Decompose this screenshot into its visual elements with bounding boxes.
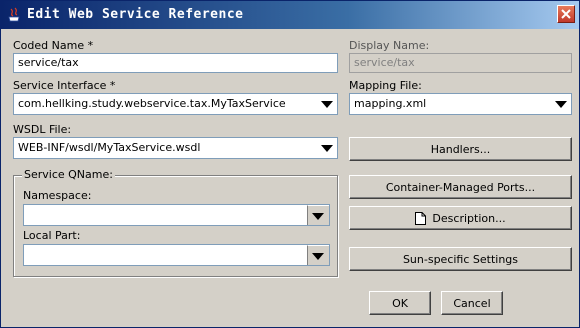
- wsdl-file-label: WSDL File:: [13, 123, 72, 136]
- namespace-label: Namespace:: [23, 189, 92, 202]
- wsdl-file-select[interactable]: WEB-INF/wsdl/MyTaxService.wsdl: [13, 137, 338, 159]
- ok-button[interactable]: OK: [369, 291, 431, 315]
- display-name-input: service/tax: [349, 53, 572, 73]
- chevron-down-icon: [312, 212, 324, 220]
- java-cup-icon: [8, 7, 20, 22]
- chevron-down-icon: [555, 101, 567, 108]
- mapping-file-select[interactable]: mapping.xml: [349, 93, 572, 115]
- local-part-combobox[interactable]: [23, 244, 330, 266]
- display-name-label: Display Name:: [349, 39, 430, 52]
- window-title: Edit Web Service Reference: [27, 7, 244, 22]
- mapping-file-value: mapping.xml: [354, 97, 427, 110]
- service-qname-label: Service QName:: [22, 168, 115, 181]
- coded-name-label: Coded Name *: [13, 39, 94, 52]
- namespace-combobox[interactable]: [23, 204, 330, 226]
- chevron-down-icon: [321, 145, 333, 152]
- coded-name-input[interactable]: service/tax: [13, 53, 338, 73]
- edit-web-service-reference-dialog: Edit Web Service Reference Coded Name * …: [0, 0, 580, 328]
- cancel-button[interactable]: Cancel: [441, 291, 503, 315]
- container-managed-ports-button[interactable]: Container-Managed Ports...: [349, 175, 572, 199]
- namespace-dropdown-button[interactable]: [307, 205, 329, 225]
- service-interface-value: com.hellking.study.webservice.tax.MyTaxS…: [18, 97, 286, 110]
- service-interface-select[interactable]: com.hellking.study.webservice.tax.MyTaxS…: [13, 93, 338, 115]
- close-button[interactable]: [557, 5, 575, 23]
- chevron-down-icon: [312, 252, 324, 260]
- mapping-file-label: Mapping File:: [349, 79, 422, 92]
- wsdl-file-value: WEB-INF/wsdl/MyTaxService.wsdl: [18, 141, 201, 154]
- description-button-label: Description...: [432, 211, 506, 225]
- chevron-down-icon: [321, 101, 333, 108]
- local-part-dropdown-button[interactable]: [307, 245, 329, 265]
- sun-specific-settings-button[interactable]: Sun-specific Settings: [349, 247, 572, 271]
- local-part-label: Local Part:: [23, 229, 81, 242]
- title-bar[interactable]: Edit Web Service Reference: [1, 1, 579, 29]
- close-icon: [561, 9, 571, 19]
- handlers-button[interactable]: Handlers...: [349, 137, 572, 161]
- description-button[interactable]: Description...: [349, 206, 572, 230]
- service-interface-label: Service Interface *: [13, 79, 116, 92]
- document-icon: [415, 211, 427, 225]
